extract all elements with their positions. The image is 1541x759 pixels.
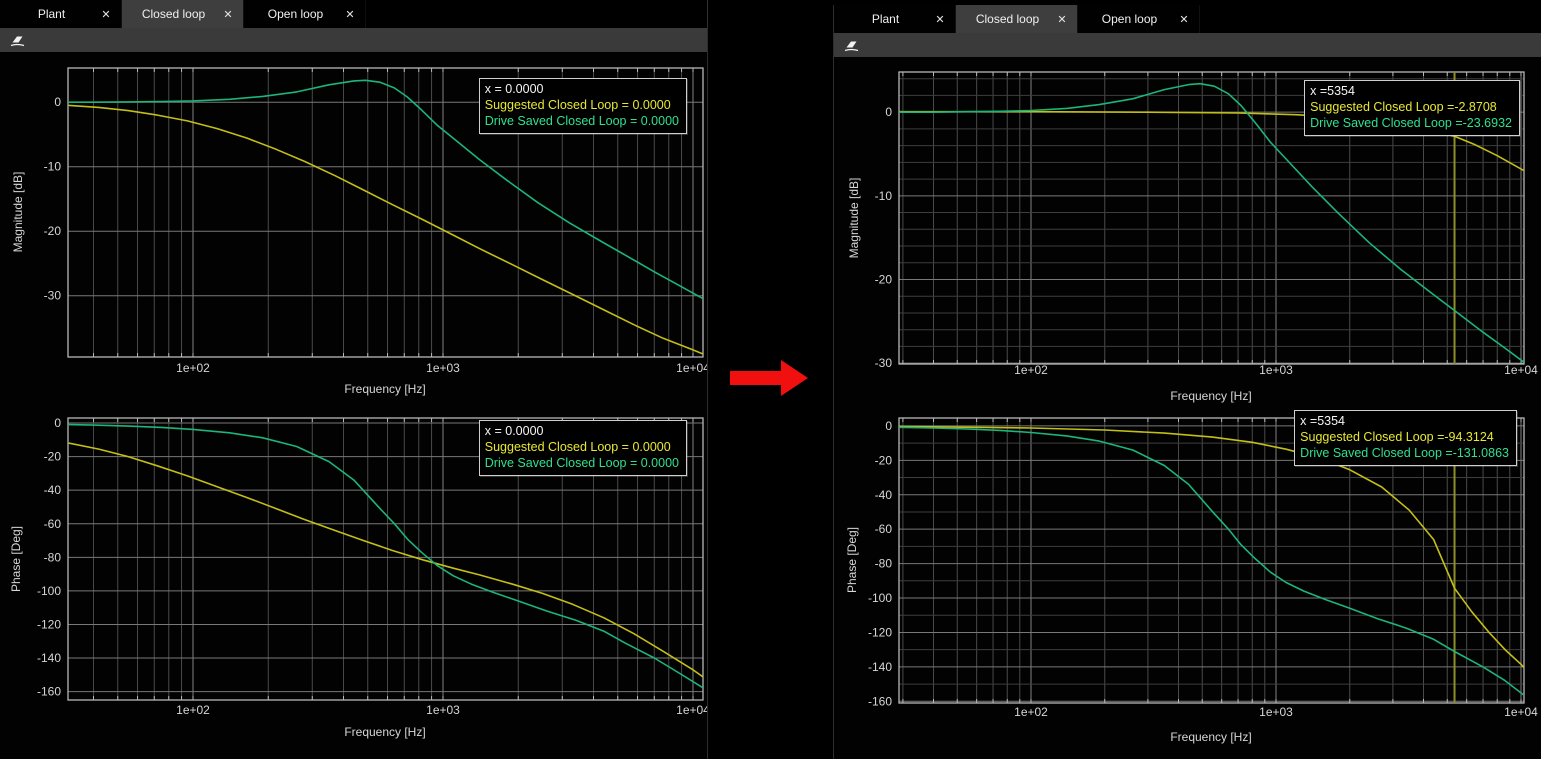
svg-text:-10: -10 (44, 160, 62, 174)
readout-suggested: Suggested Closed Loop = 0.0000 (485, 439, 679, 455)
svg-text:1e+04: 1e+04 (676, 361, 707, 375)
svg-text:0: 0 (54, 416, 61, 430)
svg-text:-20: -20 (44, 450, 62, 464)
tab-closed-loop[interactable]: Closed loop ✕ (122, 0, 244, 28)
svg-text:-140: -140 (868, 660, 892, 674)
tab-plant[interactable]: Plant ✕ (834, 5, 956, 33)
close-icon[interactable]: ✕ (1047, 13, 1077, 26)
tab-label: Plant (834, 12, 925, 26)
cursor-readout: x = 0.0000 Suggested Closed Loop = 0.000… (479, 420, 687, 476)
svg-text:1e+02: 1e+02 (176, 703, 210, 717)
svg-text:-120: -120 (868, 625, 892, 639)
svg-text:-160: -160 (37, 685, 61, 699)
cursor-readout: x =5354 Suggested Closed Loop =-2.8708 D… (1304, 80, 1520, 136)
svg-text:0: 0 (885, 419, 892, 433)
tab-open-loop[interactable]: Open loop ✕ (244, 0, 366, 28)
close-icon[interactable]: ✕ (91, 8, 121, 21)
svg-text:1e+03: 1e+03 (426, 703, 460, 717)
panel-before: Plant ✕ Closed loop ✕ Open loop ✕ 1e+021… (0, 0, 708, 759)
svg-text:-20: -20 (875, 272, 893, 286)
svg-text:-40: -40 (875, 488, 893, 502)
bode-plot-before[interactable]: 1e+02 1e+03 1e+04 0 -10 -20 -30 1e+02 1e+03 1e+04… (0, 52, 707, 759)
readout-drive-saved: Drive Saved Closed Loop =-131.0863 (1300, 445, 1509, 461)
readout-x: x =5354 (1310, 83, 1512, 99)
svg-text:-40: -40 (44, 483, 62, 497)
svg-text:-60: -60 (44, 517, 62, 531)
cursor-readout: x = 0.0000 Suggested Closed Loop = 0.000… (479, 78, 687, 134)
y-axis-title-phase: Phase [Deg] (845, 527, 859, 593)
tab-bar: Plant ✕ Closed loop ✕ Open loop ✕ (0, 0, 707, 28)
svg-text:0: 0 (54, 95, 61, 109)
svg-text:1e+03: 1e+03 (426, 361, 460, 375)
y-axis-title-magnitude: Magnitude [dB] (847, 178, 861, 259)
tab-open-loop[interactable]: Open loop ✕ (1078, 5, 1200, 33)
svg-text:1e+04: 1e+04 (676, 703, 707, 717)
x-axis-title: Frequency [Hz] (344, 725, 425, 739)
curve-suggested-closed-loop (69, 443, 702, 676)
chart-area: 1e+02 1e+03 1e+04 0 -10 -20 -30 1e+02 1e+03 1e+04… (0, 52, 707, 759)
tab-label: Closed loop (122, 7, 213, 21)
tab-bar: Plant ✕ Closed loop ✕ Open loop ✕ (834, 5, 1541, 33)
svg-text:0: 0 (885, 105, 892, 119)
tab-label: Plant (0, 7, 91, 21)
chart-area: 1e+02 1e+03 1e+04 0 -10 -20 -30 1e+02 1e+03 1e+04… (834, 57, 1541, 759)
svg-text:-120: -120 (37, 617, 61, 631)
close-icon[interactable]: ✕ (335, 8, 365, 21)
readout-x: x = 0.0000 (485, 81, 679, 97)
readout-drive-saved: Drive Saved Closed Loop =-23.6932 (1310, 115, 1512, 131)
svg-text:-140: -140 (37, 651, 61, 665)
x-axis-title: Frequency [Hz] (1170, 730, 1251, 744)
transition-arrow (722, 352, 817, 404)
readout-suggested: Suggested Closed Loop =-94.3124 (1300, 429, 1509, 445)
cursor-readout: x =5354 Suggested Closed Loop =-94.3124 … (1294, 410, 1517, 466)
tab-plant[interactable]: Plant ✕ (0, 0, 122, 28)
eraser-icon (843, 38, 860, 53)
toolbar (834, 33, 1541, 58)
svg-text:1e+02: 1e+02 (1014, 705, 1048, 719)
curve-suggested-closed-loop (69, 105, 702, 353)
svg-text:-20: -20 (44, 224, 62, 238)
readout-suggested: Suggested Closed Loop =-2.8708 (1310, 99, 1512, 115)
svg-text:1e+03: 1e+03 (1259, 363, 1293, 377)
readout-x: x =5354 (1300, 413, 1509, 429)
bode-plot-after[interactable]: 1e+02 1e+03 1e+04 0 -10 -20 -30 1e+02 1e+03 1e+04… (834, 57, 1541, 759)
axis-tick-labels: 1e+02 1e+03 1e+04 0 -10 -20 -30 (44, 95, 707, 375)
panel-after: Plant ✕ Closed loop ✕ Open loop ✕ 1e+021… (833, 5, 1541, 759)
svg-text:1e+02: 1e+02 (176, 361, 210, 375)
readout-drive-saved: Drive Saved Closed Loop = 0.0000 (485, 455, 679, 471)
readout-x: x = 0.0000 (485, 423, 679, 439)
eraser-button[interactable] (838, 34, 864, 56)
svg-text:-100: -100 (868, 591, 892, 605)
x-axis-title: Frequency [Hz] (1170, 389, 1251, 403)
svg-text:1e+02: 1e+02 (1014, 363, 1048, 377)
y-axis-title-magnitude: Magnitude [dB] (11, 172, 25, 253)
toolbar (0, 28, 707, 53)
svg-text:1e+03: 1e+03 (1259, 705, 1293, 719)
tab-label: Closed loop (956, 12, 1047, 26)
svg-text:-80: -80 (44, 550, 62, 564)
svg-text:1e+04: 1e+04 (1504, 705, 1538, 719)
svg-text:-30: -30 (44, 289, 62, 303)
close-icon[interactable]: ✕ (213, 8, 243, 21)
svg-text:-20: -20 (875, 453, 893, 467)
close-icon[interactable]: ✕ (1169, 13, 1199, 26)
close-icon[interactable]: ✕ (925, 13, 955, 26)
eraser-button[interactable] (4, 29, 30, 51)
tab-closed-loop[interactable]: Closed loop ✕ (956, 5, 1078, 33)
svg-text:1e+04: 1e+04 (1504, 363, 1538, 377)
x-axis-title: Frequency [Hz] (344, 382, 425, 396)
svg-text:-100: -100 (37, 584, 61, 598)
svg-text:-30: -30 (875, 356, 893, 370)
tab-label: Open loop (1078, 12, 1169, 26)
eraser-icon (9, 33, 26, 48)
svg-text:-10: -10 (875, 189, 893, 203)
y-axis-title-phase: Phase [Deg] (9, 526, 23, 592)
svg-text:-60: -60 (875, 522, 893, 536)
svg-text:-160: -160 (868, 694, 892, 708)
tab-label: Open loop (244, 7, 335, 21)
svg-text:-80: -80 (875, 557, 893, 571)
readout-drive-saved: Drive Saved Closed Loop = 0.0000 (485, 113, 679, 129)
readout-suggested: Suggested Closed Loop = 0.0000 (485, 97, 679, 113)
